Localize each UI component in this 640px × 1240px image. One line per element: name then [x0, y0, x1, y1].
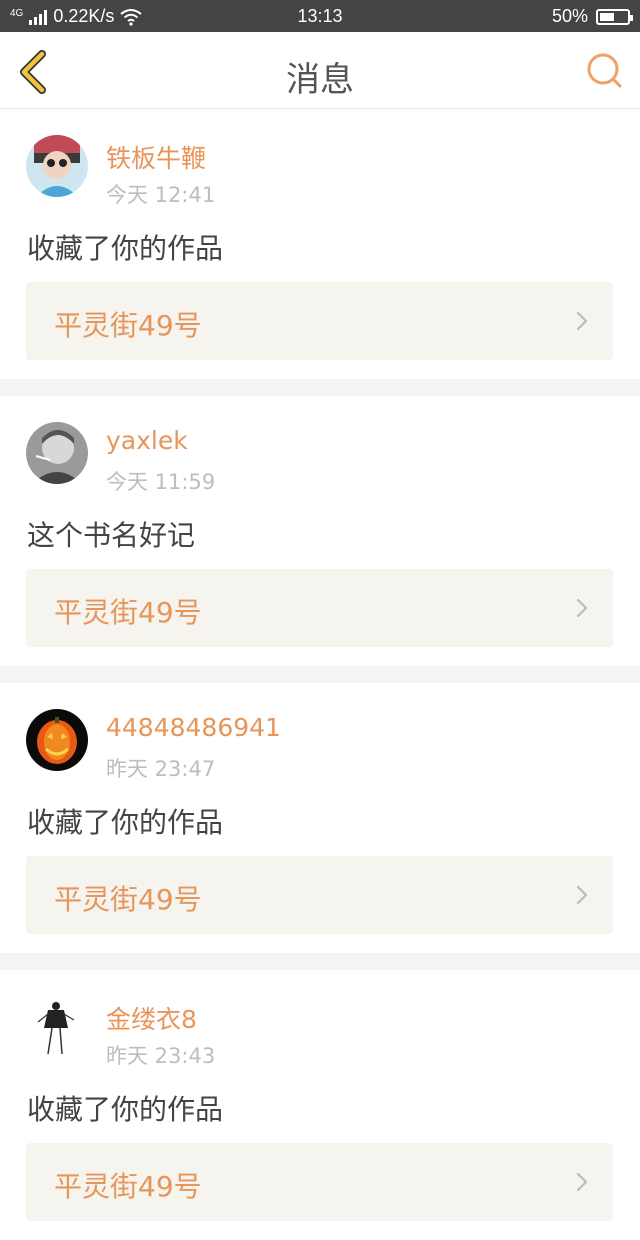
- message-text: 收藏了你的作品: [27, 806, 224, 839]
- status-time: 13:13: [297, 6, 343, 26]
- work-link[interactable]: 平灵街49号: [26, 569, 613, 647]
- message-text: 收藏了你的作品: [27, 1093, 224, 1126]
- avatar[interactable]: [26, 135, 88, 197]
- divider: [0, 379, 640, 396]
- list-item: 铁板牛鞭 今天 12:41 收藏了你的作品 平灵街49号: [0, 109, 640, 379]
- message-time: 昨天 23:43: [106, 1044, 216, 1068]
- message-time: 昨天 23:47: [106, 757, 216, 781]
- work-link[interactable]: 平灵街49号: [26, 1143, 613, 1221]
- work-title: 平灵街49号: [54, 1170, 202, 1203]
- work-title: 平灵街49号: [54, 883, 202, 916]
- message-time: 今天 11:59: [106, 470, 216, 494]
- message-text: 这个书名好记: [27, 519, 196, 552]
- divider: [0, 953, 640, 970]
- chevron-right-icon: [576, 598, 588, 618]
- battery-level: 50%: [551, 6, 588, 26]
- chevron-right-icon: [576, 885, 588, 905]
- user-name[interactable]: 铁板牛鞭: [106, 139, 206, 175]
- user-name[interactable]: 44848486941: [106, 713, 281, 742]
- divider: [0, 666, 640, 683]
- message-text: 收藏了你的作品: [27, 232, 224, 265]
- message-list: 铁板牛鞭 今天 12:41 收藏了你的作品 平灵街49号 yaxlek 今天 1…: [0, 109, 640, 1240]
- work-link[interactable]: 平灵街49号: [26, 282, 613, 360]
- status-bar: 4G 0.22K/s 13:13 50%: [0, 0, 640, 32]
- battery-icon: [596, 8, 633, 25]
- status-right: 50%: [551, 6, 633, 27]
- work-title: 平灵街49号: [54, 596, 202, 629]
- chevron-right-icon: [576, 311, 588, 331]
- list-item: yaxlek 今天 11:59 这个书名好记 平灵街49号: [0, 396, 640, 666]
- message-time: 今天 12:41: [106, 183, 216, 207]
- avatar[interactable]: [26, 996, 88, 1058]
- nav-bar: 消息: [0, 32, 640, 109]
- avatar[interactable]: [26, 709, 88, 771]
- work-title: 平灵街49号: [54, 309, 202, 342]
- user-name[interactable]: 金缕衣8: [106, 1000, 197, 1036]
- avatar[interactable]: [26, 422, 88, 484]
- page-title: 消息: [286, 60, 354, 100]
- chevron-right-icon: [576, 1172, 588, 1192]
- user-name[interactable]: yaxlek: [106, 426, 188, 455]
- work-link[interactable]: 平灵街49号: [26, 856, 613, 934]
- list-item: 44848486941 昨天 23:47 收藏了你的作品 平灵街49号: [0, 683, 640, 953]
- search-icon[interactable]: [586, 52, 624, 90]
- list-item: 金缕衣8 昨天 23:43 收藏了你的作品 平灵街49号: [0, 970, 640, 1240]
